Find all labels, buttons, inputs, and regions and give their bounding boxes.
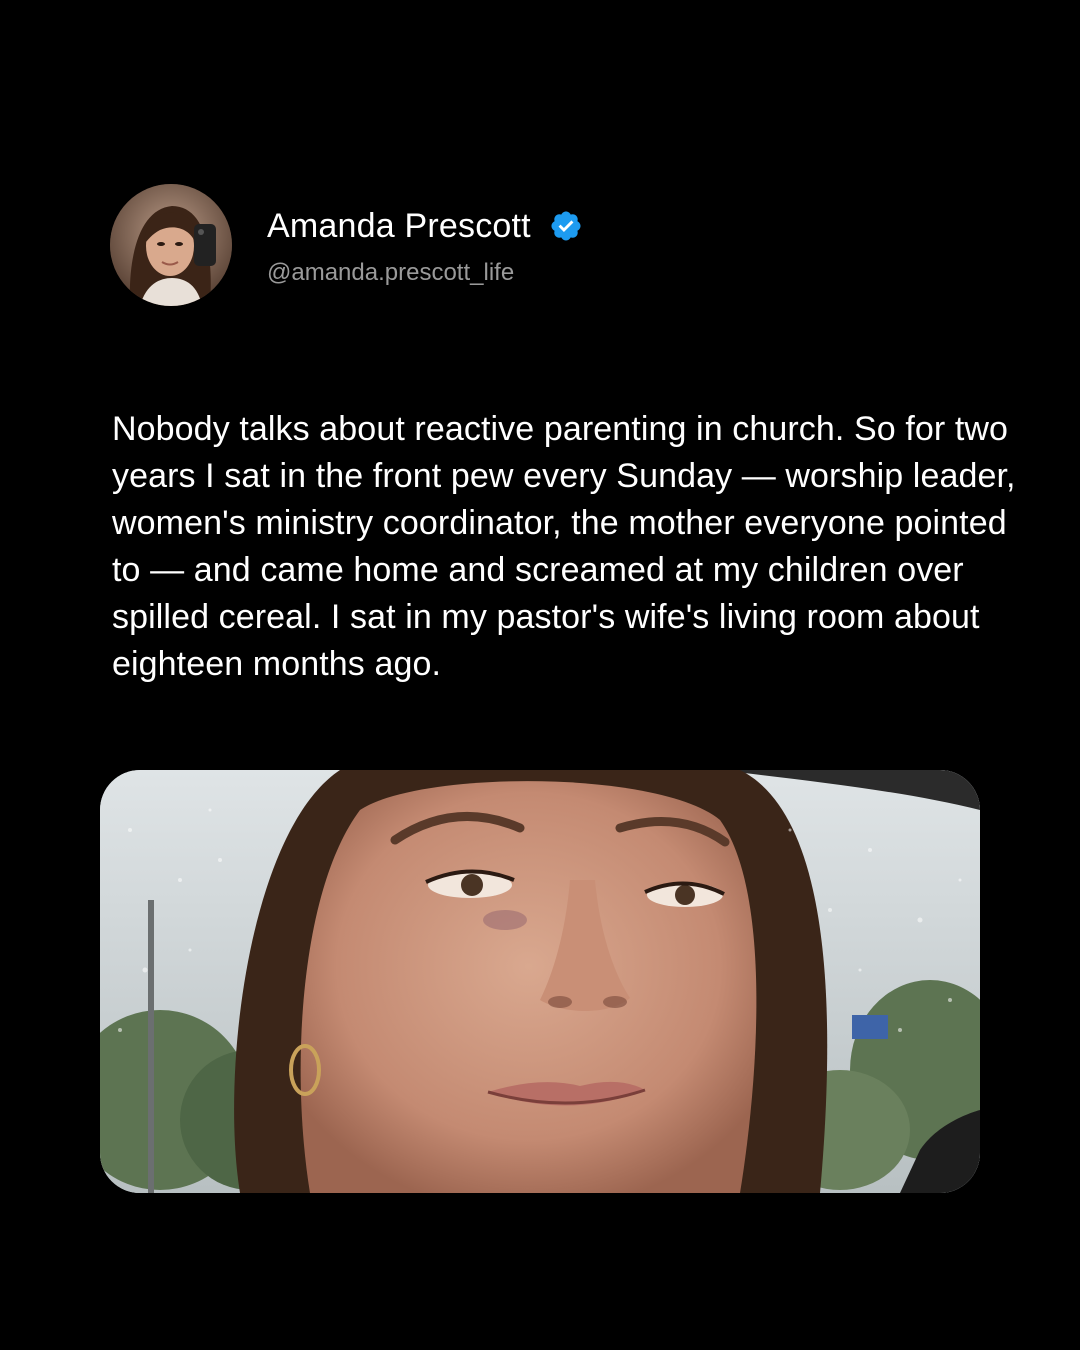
verified-badge-icon — [549, 209, 583, 243]
avatar-image — [110, 184, 232, 306]
photo-image — [100, 770, 980, 1193]
avatar[interactable] — [110, 184, 232, 306]
post-media[interactable] — [100, 770, 980, 1193]
post-card: Amanda Prescott @amanda.prescott_life No… — [0, 0, 1080, 1350]
author-meta: Amanda Prescott @amanda.prescott_life — [267, 203, 583, 287]
author-row[interactable]: Amanda Prescott @amanda.prescott_life — [110, 184, 583, 306]
name-line: Amanda Prescott — [267, 203, 583, 249]
post-text: Nobody talks about reactive parenting in… — [112, 410, 1016, 683]
display-name[interactable]: Amanda Prescott — [267, 207, 531, 246]
handle[interactable]: @amanda.prescott_life — [267, 259, 583, 287]
